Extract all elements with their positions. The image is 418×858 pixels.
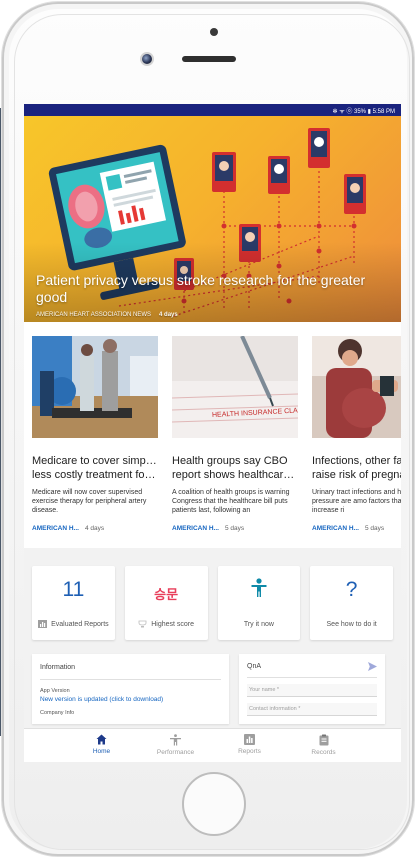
- article-title[interactable]: Medicare to cover simpler, less costly t…: [32, 454, 158, 482]
- evaluated-reports-label: Evaluated Reports: [32, 620, 115, 628]
- proximity-sensor: [210, 28, 218, 36]
- article-carousel[interactable]: Medicare to cover simpler, less costly t…: [24, 322, 401, 548]
- article-title-line: less costly treatment for ...: [32, 469, 158, 481]
- highest-score-text: Highest score: [151, 620, 195, 628]
- article-days: 4 days: [84, 525, 105, 532]
- status-bar-text: ✻ ᯤ ⓞ 35% ▮ 5:58 PM: [332, 108, 396, 115]
- highest-score-value: 승문: [154, 587, 179, 602]
- nav-records[interactable]: Records: [297, 734, 351, 762]
- article-card[interactable]: Medicare to cover simpler, less costly t…: [32, 336, 158, 548]
- app-version-label: App Version: [40, 688, 70, 694]
- clipboard-icon: [319, 734, 328, 746]
- try-it-now-card[interactable]: Try it now: [217, 566, 301, 640]
- nav-home-label: Home: [92, 748, 111, 755]
- highest-score-label: Highest score: [125, 620, 208, 628]
- send-icon[interactable]: [368, 662, 377, 671]
- nav-records-label: Records: [311, 749, 336, 756]
- status-bar: ✻ ᯤ ⓞ 35% ▮ 5:58 PM: [24, 104, 401, 116]
- article-card[interactable]: Infections, other fac raise risk of preg…: [312, 336, 401, 548]
- earpiece-speaker: [182, 56, 236, 62]
- article-title[interactable]: Infections, other fac raise risk of preg…: [312, 454, 401, 482]
- name-field[interactable]: Your name *: [247, 684, 377, 697]
- qna-title: QnA: [247, 663, 262, 670]
- update-link[interactable]: New version is updated (click to downloa…: [40, 696, 221, 703]
- try-it-now-label: Try it now: [243, 621, 274, 628]
- person-icon: [251, 578, 267, 597]
- evaluated-reports-card[interactable]: 11 Evaluated Reports: [32, 566, 115, 640]
- article-meta: AMERICAN H... 5 days: [312, 525, 401, 532]
- article-thumbnail-claim-form: HEALTH INSURANCE CLAIM: [171, 335, 306, 438]
- divider: [247, 677, 377, 678]
- information-panel: Information App Version New version is u…: [32, 654, 229, 724]
- article-description: Medicare will now cover supervised exerc…: [32, 489, 147, 514]
- nav-reports[interactable]: Reports: [223, 734, 277, 762]
- contact-field[interactable]: Contact information *: [247, 703, 377, 716]
- article-card[interactable]: HEALTH INSURANCE CLAIM Health groups say…: [171, 335, 306, 548]
- hero-source: AMERICAN HEART ASSOCIATION NEWS: [36, 312, 152, 318]
- report-icon: [38, 620, 48, 628]
- nav-reports-label: Reports: [238, 748, 261, 755]
- article-title[interactable]: Health groups say CBO report shows healt…: [172, 454, 298, 482]
- article-meta: AMERICAN H... 5 days: [172, 525, 298, 532]
- bar-chart-icon: [244, 734, 255, 745]
- article-description: Urinary tract infections and high blood …: [312, 489, 401, 514]
- article-thumbnail-treadmill: [32, 336, 158, 438]
- trophy-icon: [138, 620, 147, 628]
- bottom-navigation: Home Performance Reports Records: [24, 728, 401, 762]
- company-info-label: Company Info: [40, 710, 75, 716]
- bottom-panels: Information App Version New version is u…: [24, 640, 401, 724]
- stats-section: 11 Evaluated Reports 승문 Highest score Tr…: [24, 548, 401, 640]
- article-title-line: report shows healthcare ...: [172, 469, 298, 481]
- information-title: Information: [40, 664, 76, 671]
- article-title-line: Health groups say CBO: [172, 455, 288, 467]
- nav-performance-label: Performance: [156, 749, 195, 756]
- article-title-line: raise risk of pregnar: [312, 469, 401, 481]
- divider: [40, 679, 221, 680]
- nav-performance[interactable]: Performance: [149, 734, 203, 762]
- article-source[interactable]: AMERICAN H...: [312, 525, 359, 532]
- app-screen: ✻ ᯤ ⓞ 35% ▮ 5:58 PM Patient privacy vers…: [24, 104, 401, 762]
- article-source[interactable]: AMERICAN H...: [172, 525, 219, 532]
- evaluated-reports-text: Evaluated Reports: [51, 620, 109, 628]
- how-to-card[interactable]: ? See how to do it: [310, 566, 393, 640]
- article-title-line: Infections, other fac: [312, 455, 401, 467]
- home-hardware-button[interactable]: [182, 772, 246, 836]
- figure-icon: [170, 734, 181, 746]
- article-meta: AMERICAN H... 4 days: [32, 525, 158, 532]
- hero-meta: AMERICAN HEART ASSOCIATION NEWS 4 days: [36, 312, 178, 318]
- qna-panel: QnA Your name * Contact information *: [239, 654, 385, 724]
- article-thumbnail-pregnancy: [312, 336, 401, 438]
- how-to-label: See how to do it: [326, 621, 377, 628]
- featured-article[interactable]: Patient privacy versus stroke research f…: [24, 116, 401, 322]
- front-camera: [140, 52, 154, 66]
- article-days: 5 days: [224, 525, 245, 532]
- article-description: A coalition of health groups is warning …: [172, 489, 290, 514]
- nav-home[interactable]: Home: [75, 734, 129, 762]
- hero-days: 4 days: [159, 312, 178, 318]
- article-source[interactable]: AMERICAN H...: [32, 525, 79, 532]
- evaluated-reports-count: 11: [62, 578, 85, 601]
- home-icon: [96, 734, 107, 745]
- article-title-line: Medicare to cover simpler,: [32, 455, 158, 467]
- question-icon: ?: [345, 578, 358, 601]
- article-days: 5 days: [364, 525, 385, 532]
- hero-title[interactable]: Patient privacy versus stroke research f…: [36, 272, 381, 306]
- highest-score-card[interactable]: 승문 Highest score: [124, 566, 208, 640]
